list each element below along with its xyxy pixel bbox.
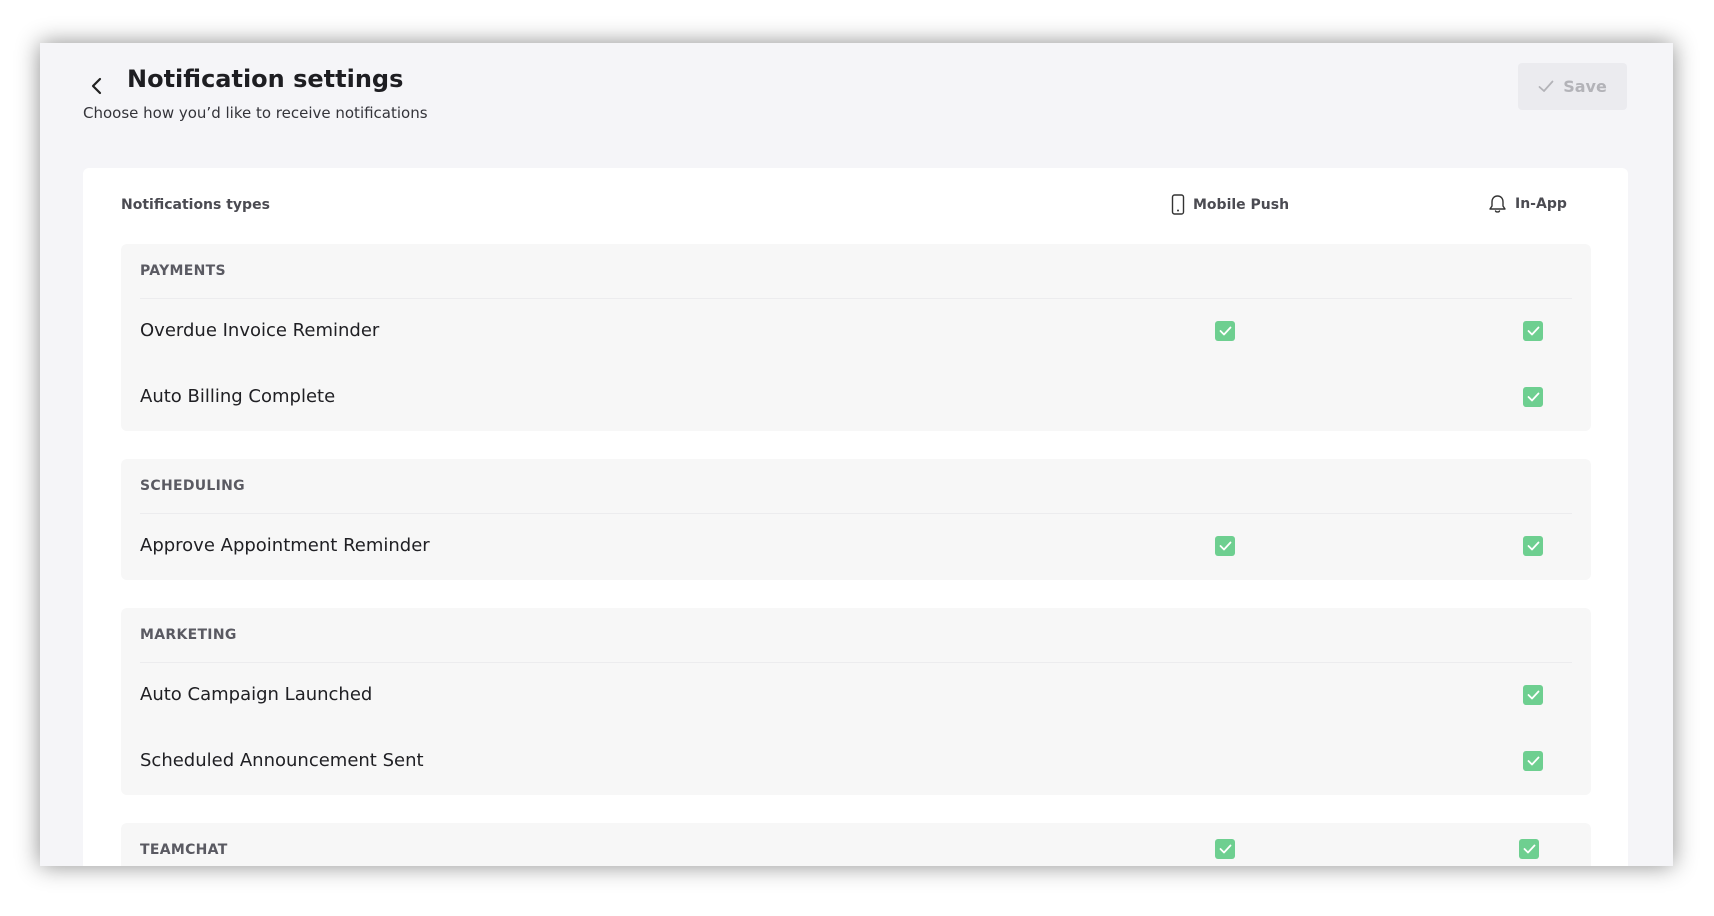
page-title: Notification settings — [127, 65, 404, 93]
group-title: SCHEDULING — [140, 459, 1572, 514]
notification-types-label: Notifications types — [121, 197, 270, 213]
mobile-push-label: Mobile Push — [1193, 196, 1290, 213]
group-payments: PAYMENTS Overdue Invoice Reminder Auto B… — [121, 244, 1591, 431]
checkmark-icon — [1523, 844, 1535, 854]
mobile-phone-icon — [1171, 194, 1185, 215]
save-button[interactable]: Save — [1518, 63, 1627, 110]
group-title: TEAMCHAT — [140, 823, 1572, 866]
notification-row: Scheduled Announcement Sent — [121, 729, 1591, 795]
notification-types-card: Notifications types Mobile Push In-App P… — [83, 168, 1628, 866]
in-app-checkbox[interactable] — [1523, 536, 1543, 556]
notification-row: Approve Appointment Reminder — [121, 514, 1591, 580]
group-teamchat: TEAMCHAT — [121, 823, 1591, 866]
teamchat-mobile-push-checkbox[interactable] — [1215, 839, 1235, 859]
in-app-checkbox[interactable] — [1523, 387, 1543, 407]
notification-settings-window: Notification settings Choose how you’d l… — [40, 43, 1673, 866]
check-icon — [1538, 80, 1554, 92]
group-scheduling: SCHEDULING Approve Appointment Reminder — [121, 459, 1591, 580]
group-title-text: SCHEDULING — [140, 478, 245, 494]
notification-label: Auto Campaign Launched — [140, 684, 373, 705]
bell-icon — [1489, 195, 1506, 213]
group-title: MARKETING — [140, 608, 1572, 663]
page-header: Notification settings Choose how you’d l… — [83, 63, 1627, 143]
in-app-checkbox[interactable] — [1523, 685, 1543, 705]
notification-groups: PAYMENTS Overdue Invoice Reminder Auto B… — [121, 244, 1591, 866]
checkmark-icon — [1219, 844, 1231, 854]
notification-label: Overdue Invoice Reminder — [140, 320, 380, 341]
in-app-label: In-App — [1515, 196, 1567, 212]
group-title-text: TEAMCHAT — [140, 842, 228, 858]
in-app-checkbox[interactable] — [1523, 751, 1543, 771]
group-title-text: MARKETING — [140, 627, 237, 643]
in-app-column-header: In-App — [1488, 194, 1567, 214]
group-marketing: MARKETING Auto Campaign Launched Schedul… — [121, 608, 1591, 795]
mobile-push-checkbox[interactable] — [1215, 536, 1235, 556]
column-header: Notifications types Mobile Push In-App — [83, 168, 1628, 243]
checkmark-icon — [1527, 690, 1539, 700]
notification-label: Scheduled Announcement Sent — [140, 750, 424, 771]
group-title-text: PAYMENTS — [140, 263, 226, 279]
teamchat-in-app-checkbox[interactable] — [1519, 839, 1539, 859]
in-app-checkbox[interactable] — [1523, 321, 1543, 341]
save-button-label: Save — [1563, 77, 1607, 96]
notification-row: Auto Campaign Launched — [121, 663, 1591, 729]
group-title: PAYMENTS — [140, 244, 1572, 299]
chevron-left-icon — [91, 77, 102, 95]
checkmark-icon — [1219, 541, 1231, 551]
notification-row: Overdue Invoice Reminder — [121, 299, 1591, 365]
back-button[interactable] — [83, 72, 111, 100]
notification-label: Auto Billing Complete — [140, 386, 336, 407]
checkmark-icon — [1527, 326, 1539, 336]
checkmark-icon — [1527, 392, 1539, 402]
notification-row: Auto Billing Complete — [121, 365, 1591, 431]
notification-label: Approve Appointment Reminder — [140, 535, 430, 556]
mobile-push-checkbox[interactable] — [1215, 321, 1235, 341]
mobile-push-column-header: Mobile Push — [1171, 194, 1289, 215]
checkmark-icon — [1527, 541, 1539, 551]
checkmark-icon — [1527, 756, 1539, 766]
checkmark-icon — [1219, 326, 1231, 336]
page-subtitle: Choose how you’d like to receive notific… — [83, 104, 428, 122]
